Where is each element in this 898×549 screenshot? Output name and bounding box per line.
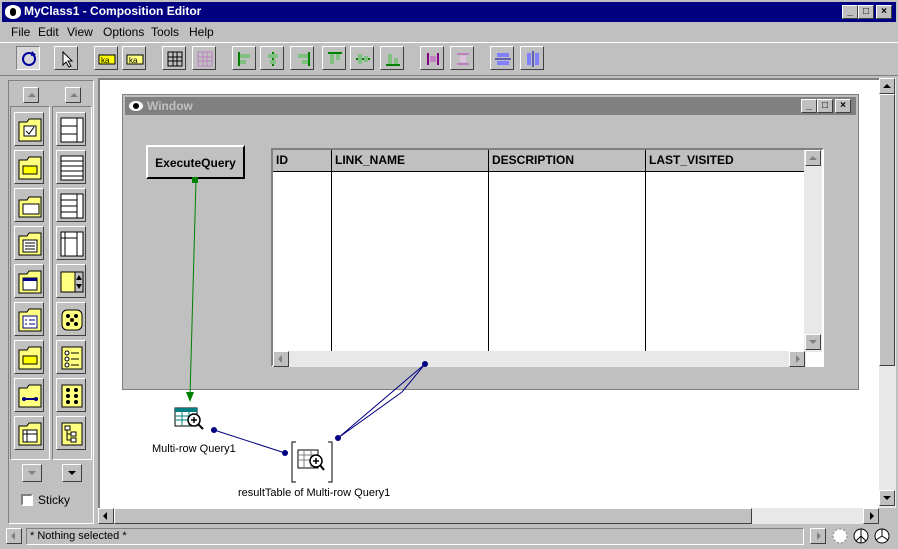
connections-layer	[186, 177, 428, 456]
canvas-scroll-down[interactable]	[879, 490, 895, 506]
peace-icon[interactable]	[853, 528, 869, 544]
connection-arrow-head	[186, 392, 194, 402]
result-table-connection-line[interactable]	[337, 363, 426, 439]
canvas-scroll-up[interactable]	[879, 78, 895, 94]
event-connection-line[interactable]	[189, 180, 197, 397]
multi-row-query-icon[interactable]	[172, 406, 208, 434]
canvas-horizontal-thumb[interactable]	[114, 508, 752, 524]
dashed-circle-icon[interactable]	[832, 528, 848, 544]
connection-source-handle[interactable]	[192, 177, 198, 183]
view-mode-icons	[832, 528, 890, 544]
status-scroll-left[interactable]	[6, 528, 22, 544]
status-message: * Nothing selected *	[26, 528, 804, 545]
mercedes-icon[interactable]	[874, 528, 890, 544]
status-scroll-right[interactable]	[810, 528, 826, 544]
canvas-vertical-thumb[interactable]	[879, 94, 895, 366]
canvas-scroll-left[interactable]	[98, 508, 114, 524]
result-table-part-icon[interactable]	[290, 440, 334, 484]
result-table-part-label: resultTable of Multi-row Query1	[238, 487, 391, 499]
multi-row-query-label: Multi-row Query1	[152, 443, 236, 455]
canvas-scroll-right[interactable]	[863, 508, 879, 524]
